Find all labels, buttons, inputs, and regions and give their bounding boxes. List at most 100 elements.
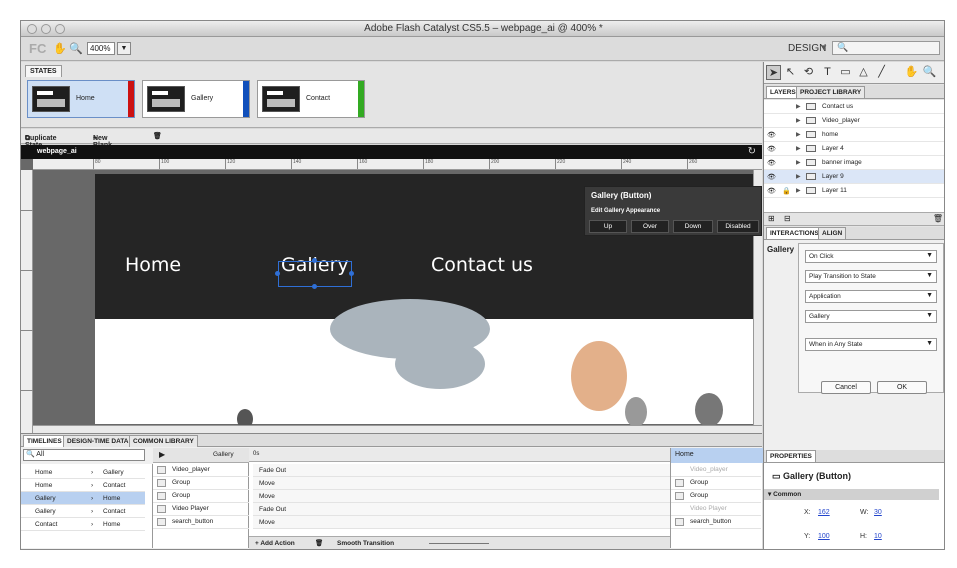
- states-tab[interactable]: STATES: [25, 65, 62, 77]
- event-select[interactable]: On Click ▼: [805, 250, 937, 263]
- timeline-object[interactable]: Video_player: [153, 464, 249, 477]
- timelines-tabs: TIMELINES DESIGN-TIME DATA COMMON LIBRAR…: [21, 434, 762, 447]
- tab-layers[interactable]: LAYERS: [766, 86, 800, 98]
- transition-row[interactable]: Contact › Home: [21, 518, 145, 531]
- rectangle-tool-icon[interactable]: ▭: [838, 65, 853, 80]
- library-tabs: LAYERS PROJECT LIBRARY: [764, 85, 944, 99]
- state-card-contact[interactable]: Contact: [257, 80, 365, 118]
- zoom-tool-icon[interactable]: 🔍: [922, 65, 937, 80]
- tab-common-library[interactable]: COMMON LIBRARY: [129, 435, 198, 447]
- delete-layer-icon[interactable]: 🗑: [933, 214, 943, 223]
- hud-state-disabled-button[interactable]: Disabled: [717, 220, 759, 233]
- transition-row[interactable]: Home › Contact: [21, 479, 145, 492]
- timeline-object[interactable]: Group: [153, 490, 249, 503]
- nav-contact-text[interactable]: Contact us: [431, 254, 533, 276]
- h-value[interactable]: 10: [874, 533, 882, 540]
- refresh-icon[interactable]: ↻: [748, 146, 756, 157]
- state-card-home[interactable]: Home: [27, 80, 135, 118]
- select-tool-icon[interactable]: ➤: [766, 65, 781, 80]
- canvas-horizontal-scrollbar[interactable]: [33, 425, 762, 433]
- rotate-tool-icon[interactable]: ⟲: [801, 65, 816, 80]
- hand-tool-icon[interactable]: ✋: [904, 65, 919, 80]
- tab-interactions[interactable]: INTERACTIONS: [766, 227, 823, 239]
- tab-timelines[interactable]: TIMELINES: [23, 435, 66, 447]
- ruler-tick: 160: [357, 159, 367, 169]
- search-input[interactable]: 🔍: [832, 41, 940, 55]
- nav-home-text[interactable]: Home: [125, 254, 181, 276]
- x-value[interactable]: 162: [818, 509, 830, 516]
- eye-icon: 👁: [767, 160, 776, 167]
- hud-state-up-button[interactable]: Up: [589, 220, 627, 233]
- text-tool-icon[interactable]: T: [820, 65, 835, 80]
- new-sublayer-icon[interactable]: ⊟: [784, 214, 791, 223]
- tab-project-library[interactable]: PROJECT LIBRARY: [796, 86, 866, 98]
- y-value[interactable]: 100: [818, 533, 830, 540]
- timeline-object[interactable]: Video Player: [153, 503, 249, 516]
- state-name: Home: [76, 95, 95, 102]
- selection-handle[interactable]: [275, 271, 280, 276]
- transition-row[interactable]: Home › Gallery: [21, 466, 145, 479]
- delete-state-icon[interactable]: 🗑: [153, 132, 162, 140]
- layer-row[interactable]: 👁 ▶ home: [764, 128, 944, 142]
- selection-handle[interactable]: [312, 284, 317, 289]
- transition-row[interactable]: Gallery › Home: [21, 492, 145, 505]
- hud-state-over-button[interactable]: Over: [631, 220, 669, 233]
- direct-select-tool-icon[interactable]: ↖: [783, 65, 798, 80]
- ruler-tick: 240: [621, 159, 631, 169]
- timeline-action[interactable]: Move: [253, 477, 670, 490]
- state-card-gallery[interactable]: Gallery: [142, 80, 250, 118]
- timeline-object[interactable]: Group: [153, 477, 249, 490]
- ok-button[interactable]: OK: [877, 381, 927, 394]
- cancel-button[interactable]: Cancel: [821, 381, 871, 394]
- end-object[interactable]: Video Player: [671, 503, 761, 516]
- layer-row[interactable]: 👁 ▶ Layer 4: [764, 142, 944, 156]
- zoom-dropdown-button[interactable]: ▼: [117, 42, 131, 55]
- start-state-header: ▶ Gallery: [153, 448, 249, 463]
- transition-filter-select[interactable]: 🔍 All: [23, 449, 145, 461]
- end-object[interactable]: Group: [671, 490, 761, 503]
- selection-handle[interactable]: [312, 258, 317, 263]
- common-section-header[interactable]: ▾ Common: [764, 489, 939, 500]
- condition-select[interactable]: When in Any State ▼: [805, 338, 937, 351]
- smooth-transition-button[interactable]: Smooth Transition: [337, 540, 394, 547]
- add-action-button[interactable]: + Add Action: [255, 540, 295, 547]
- layer-row[interactable]: 👁 ▶ Layer 9: [764, 170, 944, 184]
- workspace-chevron-icon[interactable]: ▼: [820, 43, 828, 52]
- zoom-icon[interactable]: 🔍: [69, 42, 83, 55]
- timeline-action[interactable]: Fade Out: [253, 464, 670, 477]
- end-object[interactable]: Video_player: [671, 464, 761, 477]
- selection-handle[interactable]: [349, 271, 354, 276]
- play-icon[interactable]: ▶: [159, 450, 165, 459]
- layer-row[interactable]: 👁 🔒 ▶ Layer 11: [764, 184, 944, 198]
- delete-action-icon[interactable]: 🗑: [315, 539, 323, 547]
- tab-align[interactable]: ALIGN: [818, 227, 847, 239]
- timeline-zoom-slider[interactable]: [429, 543, 489, 544]
- button-component-icon: ▭: [772, 471, 784, 481]
- end-object[interactable]: search_button: [671, 516, 761, 529]
- layer-row[interactable]: 👁 ▶ banner image: [764, 156, 944, 170]
- tab-design-time-data[interactable]: DESIGN-TIME DATA: [63, 435, 133, 447]
- layer-row[interactable]: ▶ Contact us: [764, 100, 944, 114]
- action-select[interactable]: Play Transition to State ▼: [805, 270, 937, 283]
- properties-title: ▭ Gallery (Button): [772, 471, 852, 481]
- layer-row[interactable]: ▶ Video_player: [764, 114, 944, 128]
- target-state-select[interactable]: Gallery ▼: [805, 310, 937, 323]
- tab-properties[interactable]: PROPERTIES: [766, 450, 816, 462]
- timeline-action[interactable]: Fade Out: [253, 503, 670, 516]
- hud-state-down-button[interactable]: Down: [673, 220, 713, 233]
- line-tool-icon[interactable]: ╱: [874, 65, 889, 80]
- end-object[interactable]: Group: [671, 477, 761, 490]
- transition-row[interactable]: Gallery › Contact: [21, 505, 145, 518]
- timeline-object[interactable]: search_button: [153, 516, 249, 529]
- timeline-action[interactable]: Move: [253, 516, 670, 529]
- new-layer-icon[interactable]: ⊞: [768, 214, 775, 223]
- hud-title: Gallery (Button): [591, 191, 652, 200]
- timeline-action[interactable]: Move: [253, 490, 670, 503]
- timeline-track-area[interactable]: 0s Fade Out Move Move Fade Out Move: [249, 448, 670, 536]
- w-value[interactable]: 30: [874, 509, 882, 516]
- zoom-level-field[interactable]: 400%: [87, 42, 115, 55]
- right-panel: ➤ ↖ ⟲ T ▭ △ ╱ ✋ 🔍 LAYERS PROJECT LIBRARY…: [763, 62, 944, 549]
- hand-icon[interactable]: ✋: [53, 42, 67, 55]
- component-select[interactable]: Application ▼: [805, 290, 937, 303]
- shape-tool-icon[interactable]: △: [856, 65, 871, 80]
